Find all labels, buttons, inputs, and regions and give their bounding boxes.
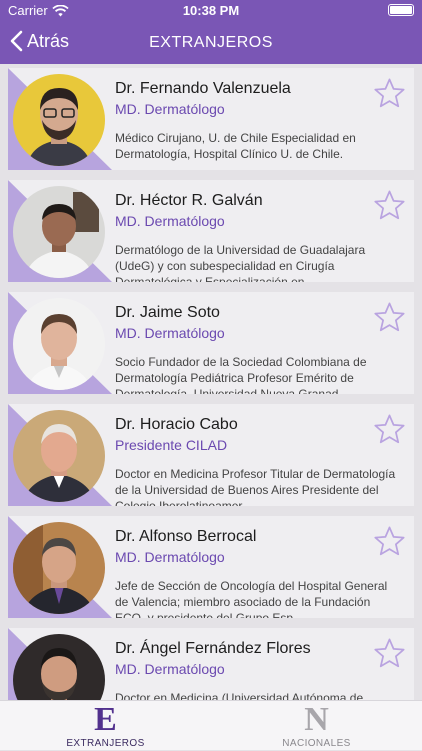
doctor-name: Dr. Fernando Valenzuela [115,80,291,97]
doctor-photo [13,410,105,502]
star-icon[interactable] [373,413,406,446]
tab-label: NACIONALES [282,738,351,749]
doctor-role: Presidente CILAD [115,437,228,453]
doctor-name: Dr. Alfonso Berrocal [115,528,257,545]
status-bar: Carrier 10:38 PM [0,0,422,22]
tab-nacionales[interactable]: N NACIONALES [211,701,422,751]
doctor-photo [13,186,105,278]
star-icon[interactable] [373,189,406,222]
doctor-photo [13,298,105,390]
star-icon[interactable] [373,525,406,558]
doctor-description: Doctor en Medicina Profesor Titular de D… [115,467,396,506]
battery-icon [388,4,414,16]
doctor-photo [13,522,105,614]
doctor-description: Jefe de Sección de Oncología del Hospita… [115,579,388,618]
doctor-role: MD. Dermatólogo [115,325,225,341]
tab-extranjeros[interactable]: E EXTRANJEROS [0,701,211,751]
doctor-role: MD. Dermatólogo [115,213,225,229]
doctor-photo [13,74,105,166]
doctor-name: Dr. Horacio Cabo [115,416,238,433]
header: Carrier 10:38 PM Atrás EXTRANJEROS [0,0,422,64]
doctor-description: Socio Fundador de la Sociedad Colombiana… [115,355,367,394]
doctor-card[interactable]: Dr. Ángel Fernández Flores MD. Dermatólo… [8,628,414,700]
tab-label: EXTRANJEROS [66,738,145,749]
doctor-name: Dr. Héctor R. Galván [115,192,263,209]
doctor-name: Dr. Ángel Fernández Flores [115,640,311,657]
navigation-bar: Atrás EXTRANJEROS [0,22,422,64]
page-title: EXTRANJEROS [149,34,273,51]
star-icon[interactable] [373,77,406,110]
doctor-description: Dermatólogo de la Universidad de Guadala… [115,243,366,282]
doctor-card[interactable]: Dr. Horacio Cabo Presidente CILAD Doctor… [8,404,414,506]
doctor-card[interactable]: Dr. Alfonso Berrocal MD. Dermatólogo Jef… [8,516,414,618]
extranjeros-tab-icon: E [94,701,117,738]
star-icon[interactable] [373,637,406,670]
doctor-description: Médico Cirujano, U. de Chile Especialida… [115,131,356,161]
doctor-name: Dr. Jaime Soto [115,304,220,321]
doctor-description: Doctor en Medicina (Universidad Autónoma… [115,691,364,700]
status-time: 10:38 PM [182,3,240,18]
doctor-card[interactable]: Dr. Jaime Soto MD. Dermatólogo Socio Fun… [8,292,414,394]
doctor-list[interactable]: Dr. Fernando Valenzuela MD. Dermatólogo … [0,64,422,700]
nacionales-tab-icon: N [304,701,329,738]
doctor-role: MD. Dermatólogo [115,549,225,565]
doctor-role: MD. Dermatólogo [115,661,225,677]
doctor-card[interactable]: Dr. Héctor R. Galván MD. Dermatólogo Der… [8,180,414,282]
doctor-card[interactable]: Dr. Fernando Valenzuela MD. Dermatólogo … [8,68,414,170]
doctor-role: MD. Dermatólogo [115,101,225,117]
star-icon[interactable] [373,301,406,334]
tab-bar: E EXTRANJEROS N NACIONALES [0,700,422,750]
